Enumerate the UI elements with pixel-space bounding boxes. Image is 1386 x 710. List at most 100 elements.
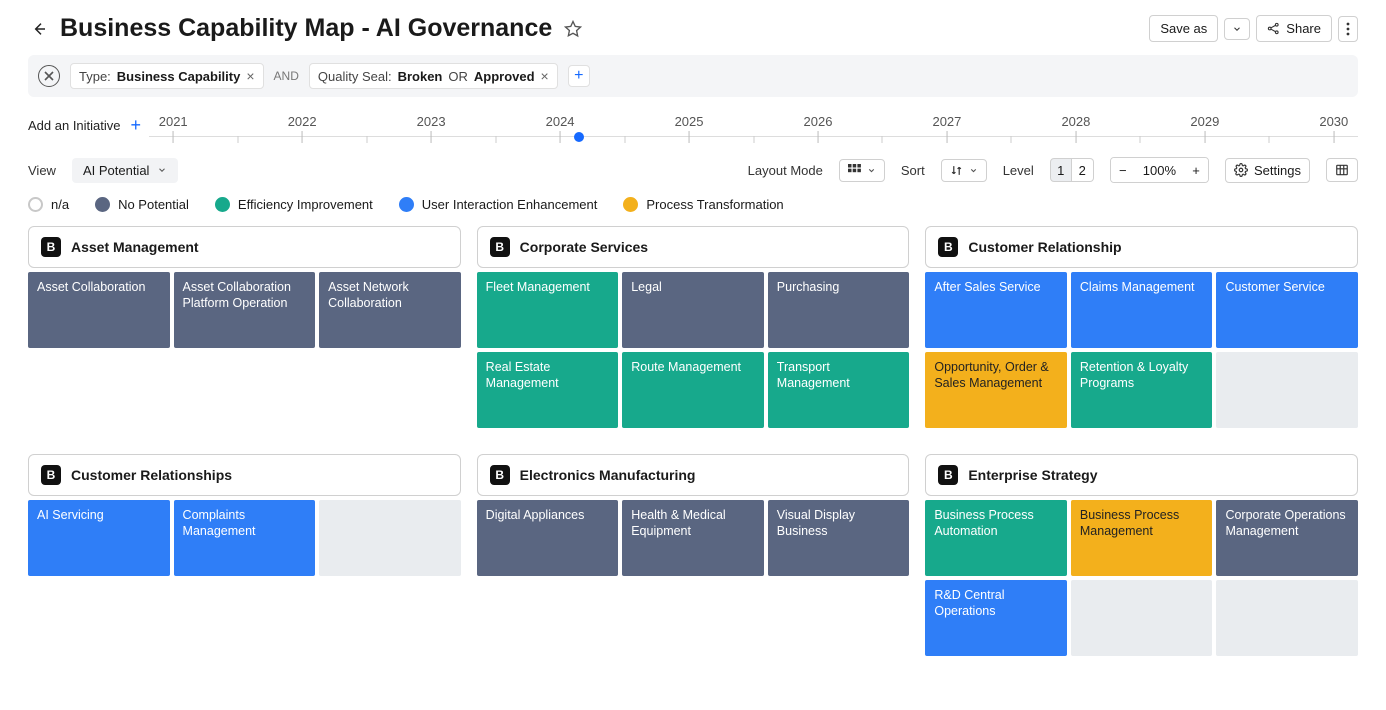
zoom-out-button[interactable]: − bbox=[1111, 158, 1135, 182]
group-header[interactable]: BAsset Management bbox=[28, 226, 461, 268]
group-header[interactable]: B Enterprise Strategy bbox=[925, 454, 1358, 496]
save-as-button[interactable]: Save as bbox=[1149, 15, 1218, 42]
capability-cell[interactable]: Business Process Automation bbox=[925, 500, 1067, 576]
zoom-control: − 100% + bbox=[1110, 157, 1209, 183]
filter-chip-type[interactable]: Type: Business Capability × bbox=[70, 63, 264, 89]
x-icon bbox=[44, 71, 54, 81]
timeline-minor-tick bbox=[1140, 136, 1141, 143]
legend-swatch-eff bbox=[215, 197, 230, 212]
capability-group: B Enterprise Strategy Business Process Aut… bbox=[925, 454, 1358, 656]
group-type-badge: B bbox=[938, 237, 958, 257]
group-title: Enterprise Strategy bbox=[968, 467, 1097, 483]
legend: n/a No Potential Efficiency Improvement … bbox=[28, 197, 1358, 212]
filter-chip-key: Type: bbox=[79, 69, 111, 84]
settings-button[interactable]: Settings bbox=[1225, 158, 1310, 183]
legend-swatch-no bbox=[95, 197, 110, 212]
table-view-button[interactable] bbox=[1326, 158, 1358, 182]
legend-item-user-interaction[interactable]: User Interaction Enhancement bbox=[399, 197, 598, 212]
legend-item-process-transformation[interactable]: Process Transformation bbox=[623, 197, 783, 212]
save-as-label: Save as bbox=[1160, 21, 1207, 36]
capability-cell[interactable]: Route Management bbox=[622, 352, 764, 428]
capability-cell[interactable]: Purchasing bbox=[768, 272, 910, 348]
capability-cell[interactable]: Corporate Operations Management bbox=[1216, 500, 1358, 576]
favorite-button[interactable] bbox=[562, 18, 584, 40]
legend-label: No Potential bbox=[118, 197, 189, 212]
view-select-value: AI Potential bbox=[83, 163, 150, 178]
zoom-in-button[interactable]: + bbox=[1184, 158, 1208, 182]
capability-cell[interactable]: Complaints Management bbox=[174, 500, 316, 576]
capability-grid: AI ServicingComplaints Management bbox=[28, 500, 461, 576]
add-initiative-button[interactable]: + bbox=[131, 115, 142, 136]
add-initiative: Add an Initiative + bbox=[28, 115, 141, 136]
capability-cell[interactable]: R&D Central Operations bbox=[925, 580, 1067, 656]
group-title: Customer Relationship bbox=[968, 239, 1121, 255]
group-title: Electronics Manufacturing bbox=[520, 467, 696, 483]
capability-cell[interactable]: Transport Management bbox=[768, 352, 910, 428]
table-icon bbox=[1335, 163, 1349, 177]
capability-cell[interactable]: Opportunity, Order & Sales Management bbox=[925, 352, 1067, 428]
group-header[interactable]: BCustomer Relationships bbox=[28, 454, 461, 496]
legend-label: Process Transformation bbox=[646, 197, 783, 212]
capability-cell[interactable]: Asset Collaboration Platform Operation bbox=[174, 272, 316, 348]
level-2-button[interactable]: 2 bbox=[1072, 158, 1094, 182]
capability-cell[interactable]: Fleet Management bbox=[477, 272, 619, 348]
timeline[interactable]: 2021202220232024202520262027202820292030 bbox=[149, 107, 1358, 143]
capability-cell-empty bbox=[319, 500, 461, 576]
capability-cell[interactable]: Real Estate Management bbox=[477, 352, 619, 428]
clear-filters-button[interactable] bbox=[38, 65, 60, 87]
chevron-down-icon bbox=[1232, 24, 1242, 34]
capability-grid: Business Process AutomationBusiness Proc… bbox=[925, 500, 1358, 656]
capability-cell[interactable]: Retention & Loyalty Programs bbox=[1071, 352, 1213, 428]
capability-cell[interactable]: AI Servicing bbox=[28, 500, 170, 576]
timeline-minor-tick bbox=[882, 136, 883, 143]
legend-swatch-na bbox=[28, 197, 43, 212]
legend-item-efficiency[interactable]: Efficiency Improvement bbox=[215, 197, 373, 212]
legend-item-na[interactable]: n/a bbox=[28, 197, 69, 212]
legend-swatch-proc bbox=[623, 197, 638, 212]
timeline-minor-tick bbox=[495, 136, 496, 143]
view-select[interactable]: AI Potential bbox=[72, 158, 179, 183]
group-type-badge: B bbox=[41, 465, 61, 485]
add-filter-button[interactable]: + bbox=[568, 65, 590, 87]
capability-cell[interactable]: After Sales Service bbox=[925, 272, 1067, 348]
share-button[interactable]: Share bbox=[1256, 15, 1332, 42]
sort-icon bbox=[950, 164, 963, 177]
capability-grid: Fleet ManagementLegalPurchasing Real Esta… bbox=[477, 272, 910, 428]
close-icon[interactable]: × bbox=[246, 68, 254, 84]
zoom-value: 100% bbox=[1135, 158, 1184, 182]
capability-cell[interactable]: Asset Network Collaboration bbox=[319, 272, 461, 348]
share-icon bbox=[1267, 22, 1280, 35]
level-1-button[interactable]: 1 bbox=[1050, 158, 1072, 182]
timeline-year: 2030 bbox=[1319, 114, 1348, 143]
filter-chip-quality-seal[interactable]: Quality Seal: Broken OR Approved × bbox=[309, 63, 558, 89]
capability-cell[interactable]: Legal bbox=[622, 272, 764, 348]
timeline-current-marker[interactable] bbox=[574, 132, 584, 142]
save-as-caret-button[interactable] bbox=[1224, 18, 1250, 40]
timeline-minor-tick bbox=[237, 136, 238, 143]
close-icon[interactable]: × bbox=[541, 68, 549, 84]
sort-select[interactable] bbox=[941, 159, 987, 182]
group-type-badge: B bbox=[938, 465, 958, 485]
timeline-minor-tick bbox=[753, 136, 754, 143]
capability-cell[interactable]: Claims Management bbox=[1071, 272, 1213, 348]
capability-cell[interactable]: Asset Collaboration bbox=[28, 272, 170, 348]
overflow-menu-button[interactable] bbox=[1338, 16, 1358, 42]
grid-icon bbox=[848, 164, 861, 177]
legend-label: Efficiency Improvement bbox=[238, 197, 373, 212]
filter-chip-value: Business Capability bbox=[117, 69, 241, 84]
layout-mode-select[interactable] bbox=[839, 159, 885, 182]
capability-grid: After Sales ServiceClaims ManagementCust… bbox=[925, 272, 1358, 428]
capability-cell[interactable]: Digital Appliances bbox=[477, 500, 619, 576]
capability-cell[interactable]: Business Process Management bbox=[1071, 500, 1213, 576]
capability-cell[interactable]: Customer Service bbox=[1216, 272, 1358, 348]
group-header[interactable]: BElectronics Manufacturing bbox=[477, 454, 910, 496]
legend-item-no-potential[interactable]: No Potential bbox=[95, 197, 189, 212]
timeline-year: 2023 bbox=[417, 114, 446, 143]
group-header[interactable]: BCorporate Services bbox=[477, 226, 910, 268]
capability-cell[interactable]: Health & Medical Equipment bbox=[622, 500, 764, 576]
timeline-year: 2024 bbox=[546, 114, 575, 143]
capability-cell[interactable]: Visual Display Business bbox=[768, 500, 910, 576]
back-button[interactable] bbox=[28, 18, 50, 40]
group-title: Corporate Services bbox=[520, 239, 648, 255]
group-header[interactable]: B Customer Relationship bbox=[925, 226, 1358, 268]
